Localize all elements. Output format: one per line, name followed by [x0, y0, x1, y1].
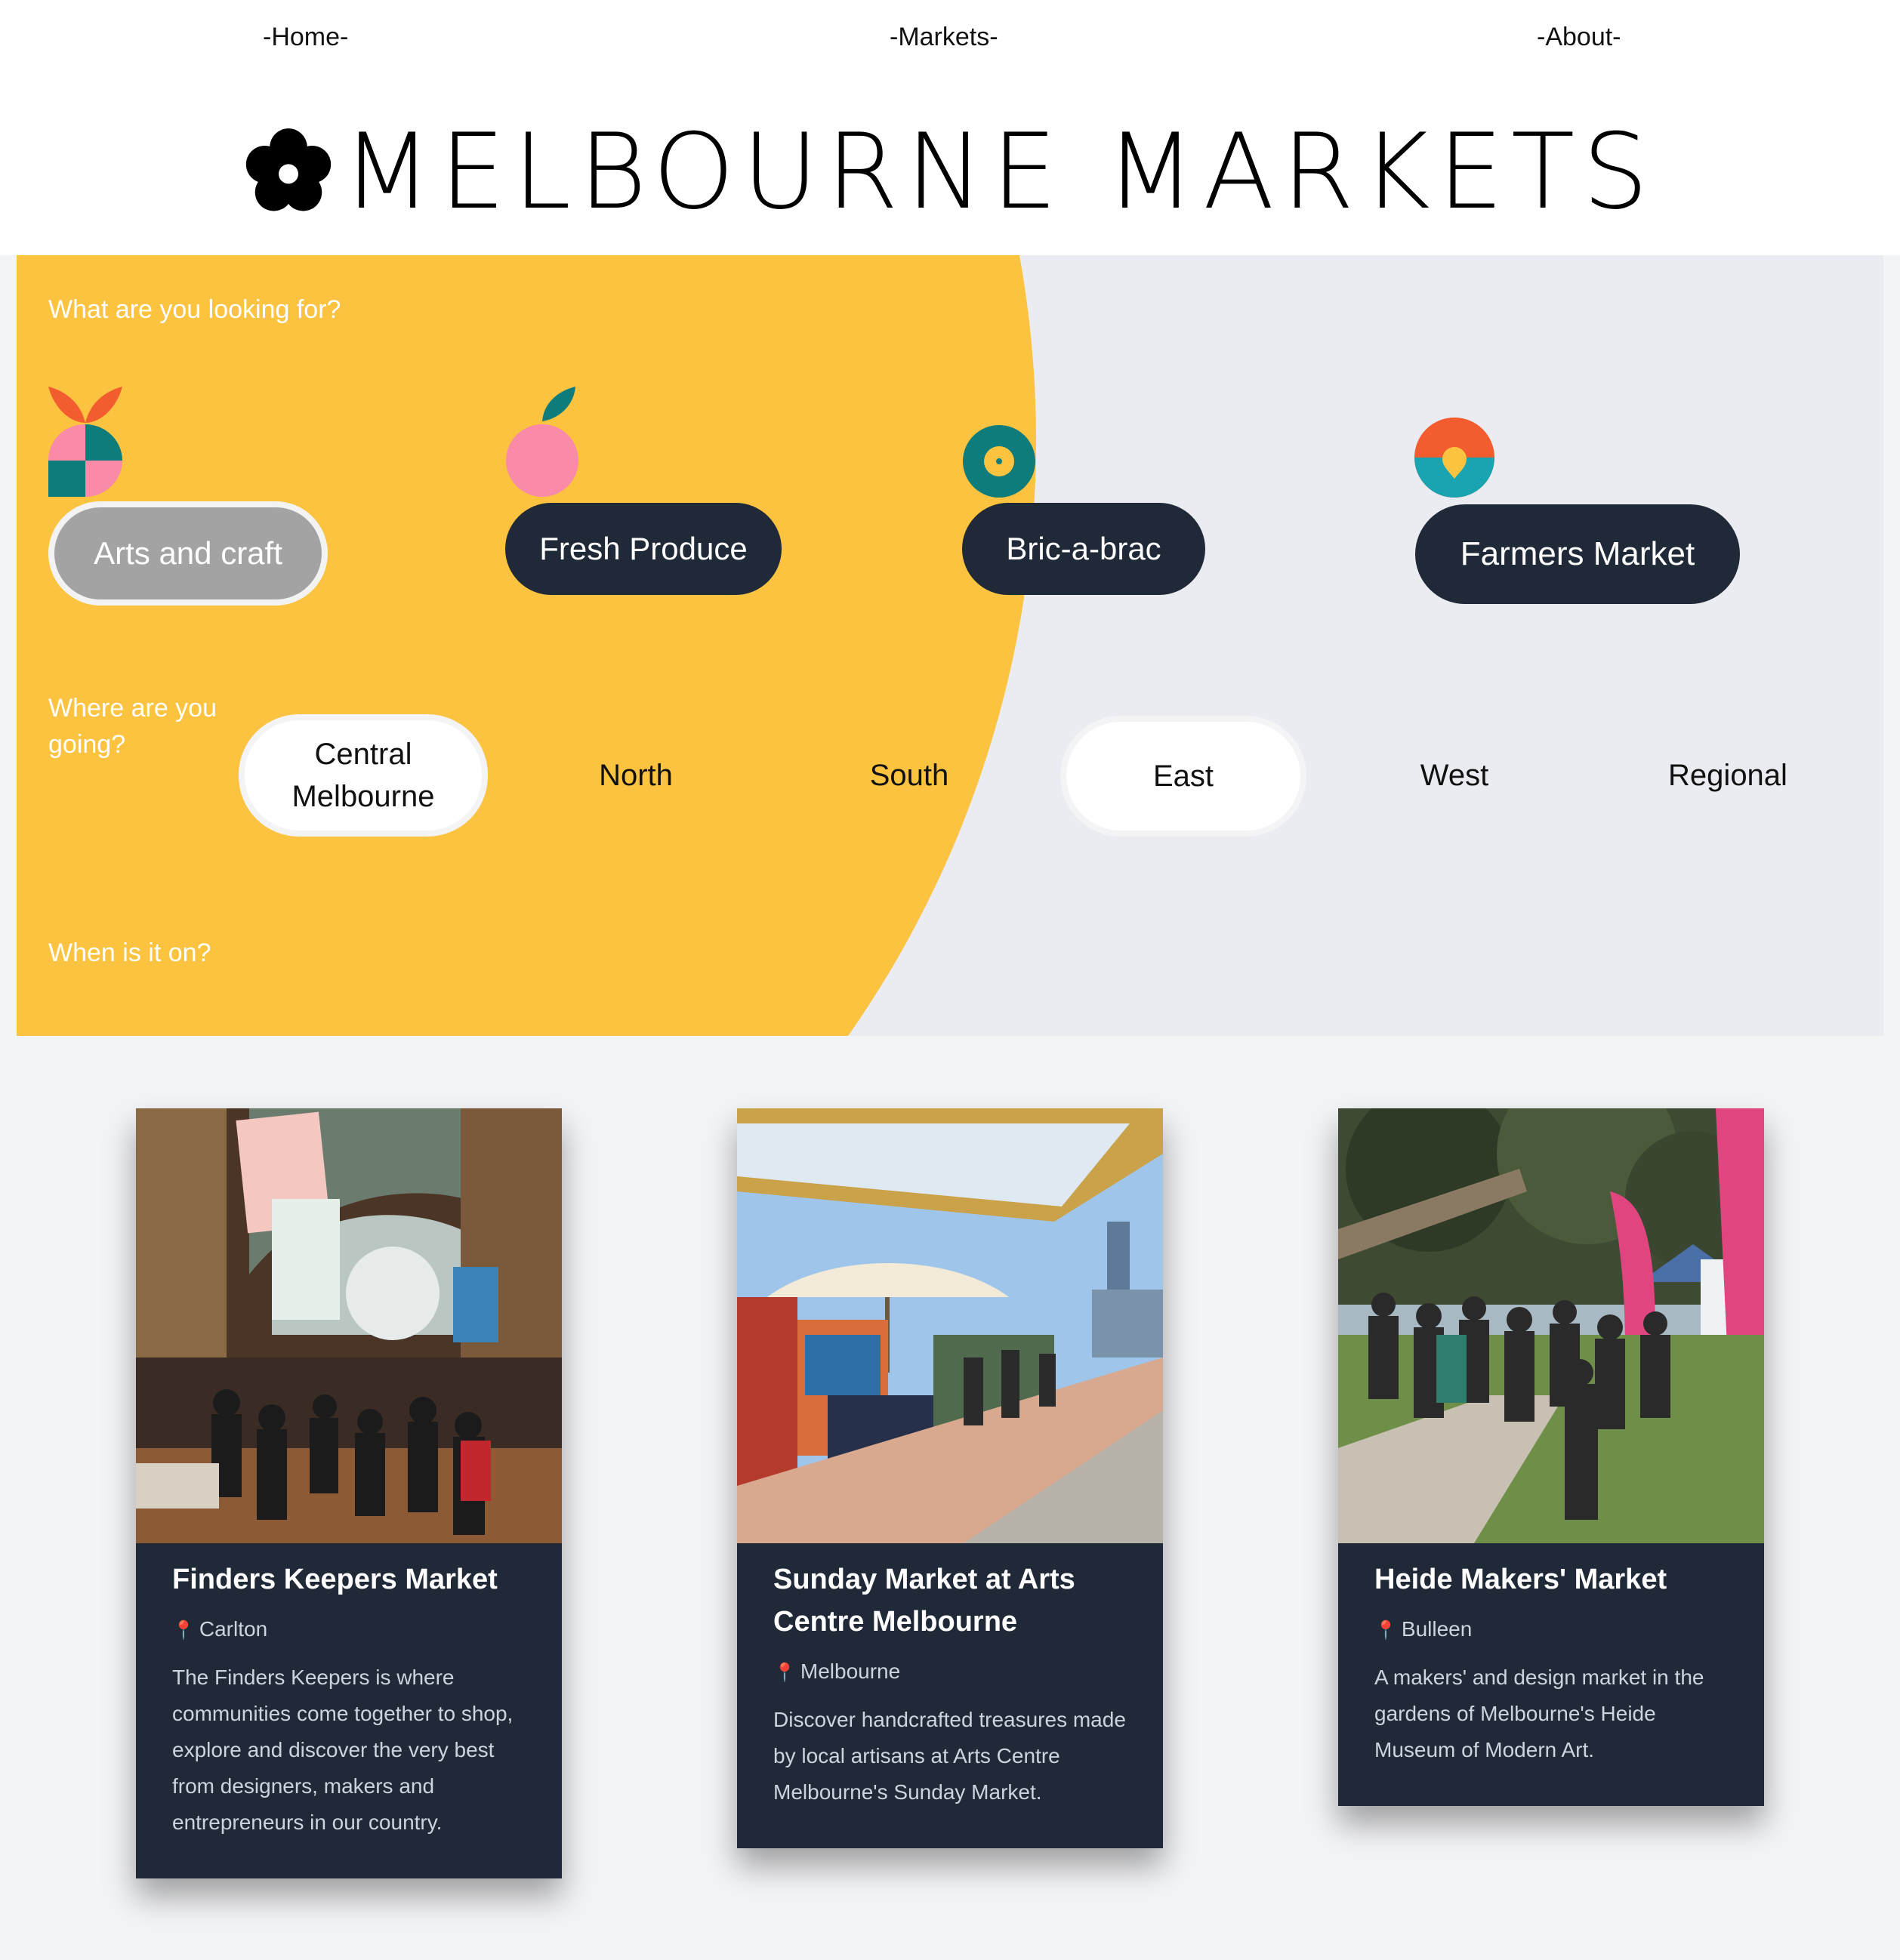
location-label: Central Melbourne — [291, 738, 435, 813]
location-label: West — [1420, 759, 1489, 792]
card-location-text: Bulleen — [1401, 1617, 1473, 1641]
category-arts-and-craft[interactable]: Arts and craft — [48, 501, 328, 606]
apple-icon — [506, 387, 578, 497]
card-location-text: Carlton — [199, 1617, 268, 1641]
card-description: A makers' and design market in the garde… — [1374, 1666, 1704, 1761]
pin-icon: 📍 — [1374, 1620, 1397, 1641]
location-south[interactable]: South — [788, 720, 1030, 831]
category-fresh-produce[interactable]: Fresh Produce — [505, 503, 782, 595]
location-label: Regional — [1668, 759, 1787, 792]
location-north[interactable]: North — [515, 720, 757, 831]
location-west[interactable]: West — [1334, 720, 1575, 831]
market-card[interactable]: Heide Makers' Market 📍 Bulleen A makers' … — [1338, 1108, 1764, 1806]
card-location: 📍 Carlton — [172, 1614, 526, 1646]
location-east[interactable]: East — [1060, 716, 1306, 837]
card-title[interactable]: Finders Keepers Market — [172, 1558, 526, 1601]
category-bric-a-brac[interactable]: Bric-a-brac — [962, 503, 1205, 595]
market-photo — [1338, 1108, 1764, 1543]
location-label: South — [869, 759, 949, 792]
pin-icon: 📍 — [773, 1663, 796, 1683]
card-location: 📍 Melbourne — [773, 1656, 1127, 1688]
site-title: MELBOURNE MARKETS — [342, 111, 1656, 233]
location-label: East — [1152, 760, 1214, 793]
record-icon — [963, 425, 1035, 498]
when-question: When is it on? — [48, 938, 211, 967]
pin-icon: 📍 — [172, 1620, 195, 1641]
site-header: -Home- -Markets- -About- MELBOURNE MARKE… — [0, 0, 1900, 255]
nav-markets-link[interactable]: -Markets- — [890, 23, 998, 52]
flower-icon — [245, 128, 332, 211]
category-label: Fresh Produce — [539, 531, 748, 566]
card-description: The Finders Keepers is where communities… — [172, 1666, 514, 1834]
category-label: Farmers Market — [1460, 535, 1695, 572]
category-label: Arts and craft — [94, 535, 282, 571]
card-title[interactable]: Sunday Market at Arts Centre Melbourne — [773, 1558, 1127, 1643]
nav-home-link[interactable]: -Home- — [263, 23, 348, 52]
market-card[interactable]: Sunday Market at Arts Centre Melbourne 📍… — [737, 1108, 1163, 1848]
location-label: North — [599, 759, 673, 792]
category-label: Bric-a-brac — [1006, 531, 1161, 566]
card-description: Discover handcrafted treasures made by l… — [773, 1708, 1126, 1804]
category-farmers-market[interactable]: Farmers Market — [1415, 504, 1740, 604]
filter-panel: What are you looking for? Arts and craft… — [17, 255, 1883, 1036]
arts-craft-icon — [48, 387, 122, 497]
card-location: 📍 Bulleen — [1374, 1614, 1728, 1646]
sunrise-icon — [1414, 418, 1494, 498]
market-photo — [737, 1108, 1163, 1543]
market-photo — [136, 1108, 562, 1543]
nav-about-link[interactable]: -About- — [1537, 23, 1621, 52]
page-title: MELBOURNE MARKETS — [0, 112, 1900, 233]
what-question: What are you looking for? — [48, 295, 341, 324]
sun-background — [17, 255, 1036, 1036]
card-title[interactable]: Heide Makers' Market — [1374, 1558, 1728, 1601]
location-central-melbourne[interactable]: Central Melbourne — [239, 714, 488, 837]
where-question: Where are you going? — [48, 694, 217, 759]
market-card[interactable]: Finders Keepers Market 📍 Carlton The Find… — [136, 1108, 562, 1878]
card-location-text: Melbourne — [800, 1660, 901, 1683]
location-regional[interactable]: Regional — [1607, 720, 1849, 831]
